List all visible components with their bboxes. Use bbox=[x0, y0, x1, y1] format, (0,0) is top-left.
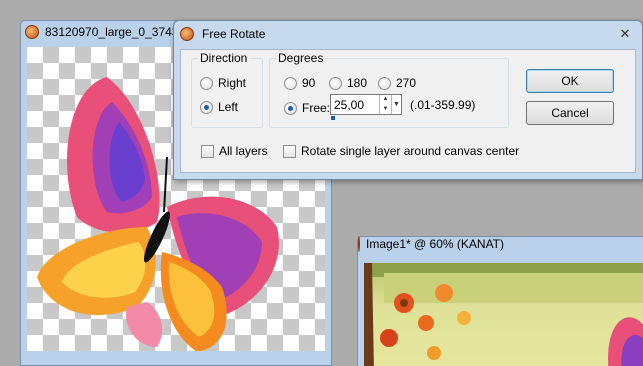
radio-90[interactable]: 90 bbox=[284, 76, 315, 90]
radio-270-label: 270 bbox=[396, 76, 417, 90]
radio-left-label: Left bbox=[218, 100, 239, 114]
radio-right-label: Right bbox=[218, 76, 247, 90]
radio-button[interactable] bbox=[329, 76, 342, 90]
radio-button[interactable] bbox=[284, 76, 297, 90]
rotate-single-layer-checkbox[interactable]: Rotate single layer around canvas center bbox=[283, 144, 519, 158]
radio-button[interactable] bbox=[200, 100, 213, 114]
dialog-title-bar[interactable]: Free Rotate bbox=[174, 21, 642, 47]
dialog-body: Direction Right Left Degrees 90 180 270 … bbox=[180, 49, 636, 173]
flower-image bbox=[364, 263, 643, 366]
app-icon bbox=[358, 236, 360, 252]
free-degrees-input[interactable] bbox=[331, 95, 379, 114]
title-bar[interactable]: Image1* @ 60% (KANAT) bbox=[358, 236, 643, 252]
ok-button[interactable]: OK bbox=[526, 69, 614, 93]
all-layers-checkbox[interactable]: All layers bbox=[201, 144, 268, 158]
radio-button[interactable] bbox=[378, 76, 391, 90]
dialog-title: Free Rotate bbox=[202, 27, 266, 41]
all-layers-label: All layers bbox=[219, 144, 268, 158]
radio-free-label: Free: bbox=[302, 101, 331, 115]
free-rotate-dialog[interactable]: Free Rotate ✕ Direction Right Left Degre… bbox=[173, 20, 643, 180]
close-icon: ✕ bbox=[619, 26, 631, 41]
free-degrees-stepper[interactable]: ▲ ▼ ▼ bbox=[330, 94, 402, 115]
image-canvas[interactable] bbox=[364, 263, 643, 366]
cancel-button[interactable]: Cancel bbox=[526, 101, 614, 125]
direction-label: Direction bbox=[198, 51, 250, 65]
dropdown-arrow-icon[interactable]: ▼ bbox=[391, 95, 401, 114]
radio-right[interactable]: Right bbox=[200, 76, 246, 90]
degrees-label: Degrees bbox=[276, 51, 326, 65]
radio-button[interactable] bbox=[284, 101, 297, 115]
radio-free[interactable]: Free: bbox=[284, 101, 330, 115]
range-hint: (.01-359.99) bbox=[410, 98, 476, 112]
checkbox[interactable] bbox=[283, 144, 296, 158]
window-title: 83120970_large_0_37437 bbox=[45, 25, 186, 39]
radio-270[interactable]: 270 bbox=[378, 76, 416, 90]
degrees-group: Degrees 90 180 270 Free: bbox=[269, 51, 509, 128]
radio-180-label: 180 bbox=[347, 76, 368, 90]
window-title: Image1* @ 60% (KANAT) bbox=[366, 237, 505, 251]
radio-button[interactable] bbox=[200, 76, 213, 90]
radio-90-label: 90 bbox=[302, 76, 316, 90]
spin-down-icon[interactable]: ▼ bbox=[380, 105, 391, 115]
close-button[interactable]: ✕ bbox=[614, 25, 636, 43]
rotate-single-label: Rotate single layer around canvas center bbox=[301, 144, 520, 158]
image-window-kanat[interactable]: Image1* @ 60% (KANAT) bbox=[357, 236, 643, 366]
radio-left[interactable]: Left bbox=[200, 100, 238, 114]
radio-180[interactable]: 180 bbox=[329, 76, 367, 90]
direction-group: Direction Right Left bbox=[191, 51, 263, 128]
checkbox[interactable] bbox=[201, 144, 214, 158]
app-icon bbox=[180, 27, 194, 41]
spin-up-icon[interactable]: ▲ bbox=[380, 95, 391, 105]
app-icon bbox=[25, 25, 39, 39]
value-slider-marker[interactable] bbox=[331, 116, 335, 120]
spin-arrows[interactable]: ▲ ▼ bbox=[379, 95, 391, 114]
